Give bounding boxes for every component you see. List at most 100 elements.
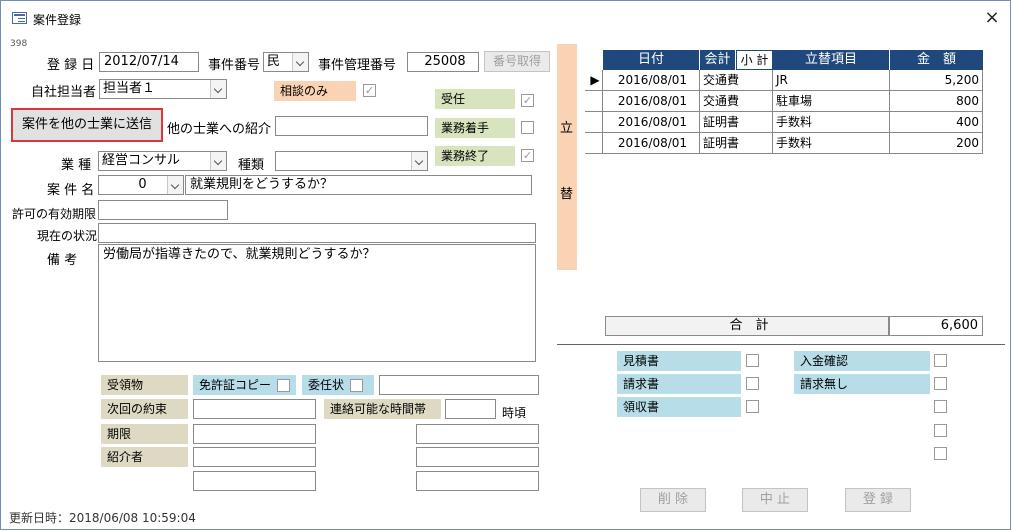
reg-date-field[interactable]: 2012/07/14 [99, 52, 199, 72]
register-button[interactable]: 登 録 [845, 488, 911, 512]
advance-vertical-label: 立 替 [557, 44, 577, 270]
remarks-field[interactable]: 労働局が指導きたので、就業規則どうするか？ [98, 244, 536, 362]
payment-confirmed-label: 入金確認 [794, 351, 930, 371]
table-row[interactable]: 2016/08/01 証明書 手数料 400 [585, 112, 983, 133]
industry-select[interactable]: 経営コンサル [98, 151, 227, 171]
blank-doc-checkbox-2[interactable] [934, 424, 947, 437]
receipt-checkbox[interactable] [746, 400, 759, 413]
get-number-button[interactable]: 番号取得 [484, 51, 550, 72]
received-items-label: 受領物 [101, 375, 188, 395]
contact-time-field[interactable] [445, 399, 496, 419]
row-date[interactable]: 2016/08/01 [603, 70, 700, 91]
case-no-select[interactable]: 民 [263, 52, 309, 72]
row-selector[interactable] [585, 91, 603, 112]
row-selector-icon[interactable]: ▶ [585, 70, 603, 91]
row-item[interactable]: 駐車場 [773, 91, 890, 112]
payment-confirmed-checkbox[interactable] [934, 354, 947, 367]
case-registration-window: 案件登録 × 398 登 録 日 2012/07/14 事件番号 民 事件管理番… [0, 0, 1011, 530]
table-row[interactable]: ▶ 2016/08/01 交通費 JR 5,200 [585, 70, 983, 91]
case-name-number-select[interactable]: 0 [98, 175, 184, 195]
table-row[interactable]: 2016/08/01 交通費 駐車場 800 [585, 91, 983, 112]
case-name-field[interactable]: 就業規則をどうするか？ [185, 175, 532, 195]
row-item[interactable]: 手数料 [773, 133, 890, 154]
estimate-checkbox[interactable] [746, 354, 759, 367]
row-amount[interactable]: 200 [890, 133, 983, 154]
advance-char-1: 立 [560, 121, 574, 136]
total-value: 6,600 [889, 316, 983, 336]
no-invoice-checkbox[interactable] [934, 377, 947, 390]
blank-doc-checkbox-3[interactable] [934, 447, 947, 460]
consult-only-checkbox[interactable]: ✓ [363, 84, 376, 97]
mgmt-no-field[interactable]: 25008 [407, 52, 479, 72]
case-no-label: 事件番号 [208, 58, 261, 73]
row-item[interactable]: 手数料 [773, 112, 890, 133]
row-selector[interactable] [585, 112, 603, 133]
blank-field-3[interactable] [193, 471, 316, 491]
col-header-kaikei: 会計 [700, 50, 736, 70]
current-status-field[interactable] [98, 223, 536, 243]
row-kaikei[interactable]: 証明書 [700, 133, 773, 154]
row-date[interactable]: 2016/08/01 [603, 133, 700, 154]
row-date[interactable]: 2016/08/01 [603, 112, 700, 133]
chevron-down-icon[interactable] [411, 152, 427, 170]
row-selector[interactable] [585, 133, 603, 154]
permit-expiry-field[interactable] [98, 200, 228, 220]
updated-at: 更新日時：2018/06/08 10:59:04 [9, 511, 196, 525]
chevron-down-icon[interactable] [167, 176, 183, 194]
owner-select[interactable]: 担当者１ [99, 79, 227, 99]
table-row[interactable]: 2016/08/01 証明書 手数料 200 [585, 133, 983, 154]
contact-time-label: 連絡可能な時間帯 [324, 399, 441, 419]
blank-field-2[interactable] [416, 447, 539, 467]
work-started-checkbox[interactable] [521, 121, 534, 134]
blank-field-4[interactable] [416, 471, 539, 491]
next-appointment-field[interactable] [193, 399, 316, 419]
col-header-subtotal[interactable]: 小 計 [736, 50, 773, 70]
close-icon[interactable]: × [981, 7, 1003, 29]
current-status-label: 現在の状況 [37, 229, 98, 243]
chevron-down-icon[interactable] [292, 53, 308, 71]
next-appointment-label: 次回の約束 [101, 399, 188, 419]
deadline-field[interactable] [193, 424, 316, 444]
row-kaikei[interactable]: 交通費 [700, 91, 773, 112]
stop-button[interactable]: 中 止 [742, 488, 808, 512]
title-bar: 案件登録 × [1, 1, 1010, 35]
row-kaikei[interactable]: 交通費 [700, 70, 773, 91]
row-kaikei[interactable]: 証明書 [700, 112, 773, 133]
estimate-label: 見積書 [617, 351, 741, 371]
col-header-amount: 金 額 [890, 50, 983, 70]
permit-expiry-label: 許可の有効期限 [12, 207, 97, 221]
blank-doc-checkbox-1[interactable] [934, 400, 947, 413]
invoice-checkbox[interactable] [746, 377, 759, 390]
owner-label: 自社担当者 [31, 85, 97, 100]
case-name-label: 案 件 名 [47, 183, 95, 198]
send-to-other-professional-button[interactable]: 案件を他の士業に送信 [11, 108, 163, 142]
contact-time-suffix: 時頃 [502, 406, 527, 420]
kind-select[interactable] [275, 151, 428, 171]
row-date[interactable]: 2016/08/01 [603, 91, 700, 112]
chevron-down-icon[interactable] [210, 80, 226, 98]
work-finished-label: 業務終了 [435, 146, 515, 166]
window-title: 案件登録 [33, 13, 82, 27]
advance-char-2: 替 [560, 187, 574, 202]
row-amount[interactable]: 400 [890, 112, 983, 133]
introducer-field[interactable] [193, 447, 316, 467]
no-invoice-label: 請求無し [794, 374, 930, 394]
case-name-number: 0 [138, 177, 147, 192]
referral-label: 他の士業への紹介 [167, 122, 272, 137]
reg-date-label: 登 録 日 [47, 58, 95, 73]
receipt-label: 領収書 [617, 397, 741, 417]
work-finished-checkbox[interactable]: ✓ [521, 149, 534, 162]
row-amount[interactable]: 800 [890, 91, 983, 112]
proxy-checkbox[interactable] [350, 379, 363, 392]
chevron-down-icon[interactable] [210, 152, 226, 170]
license-copy-checkbox[interactable] [277, 379, 290, 392]
total-label: 合 計 [605, 316, 889, 336]
blank-field-1[interactable] [416, 424, 539, 444]
row-amount[interactable]: 5,200 [890, 70, 983, 91]
delete-button[interactable]: 削 除 [640, 488, 706, 512]
row-item[interactable]: JR [773, 70, 890, 91]
referral-field[interactable] [275, 116, 428, 136]
accepted-checkbox[interactable]: ✓ [521, 94, 534, 107]
form-icon [12, 12, 27, 24]
received-items-field[interactable] [379, 375, 539, 395]
